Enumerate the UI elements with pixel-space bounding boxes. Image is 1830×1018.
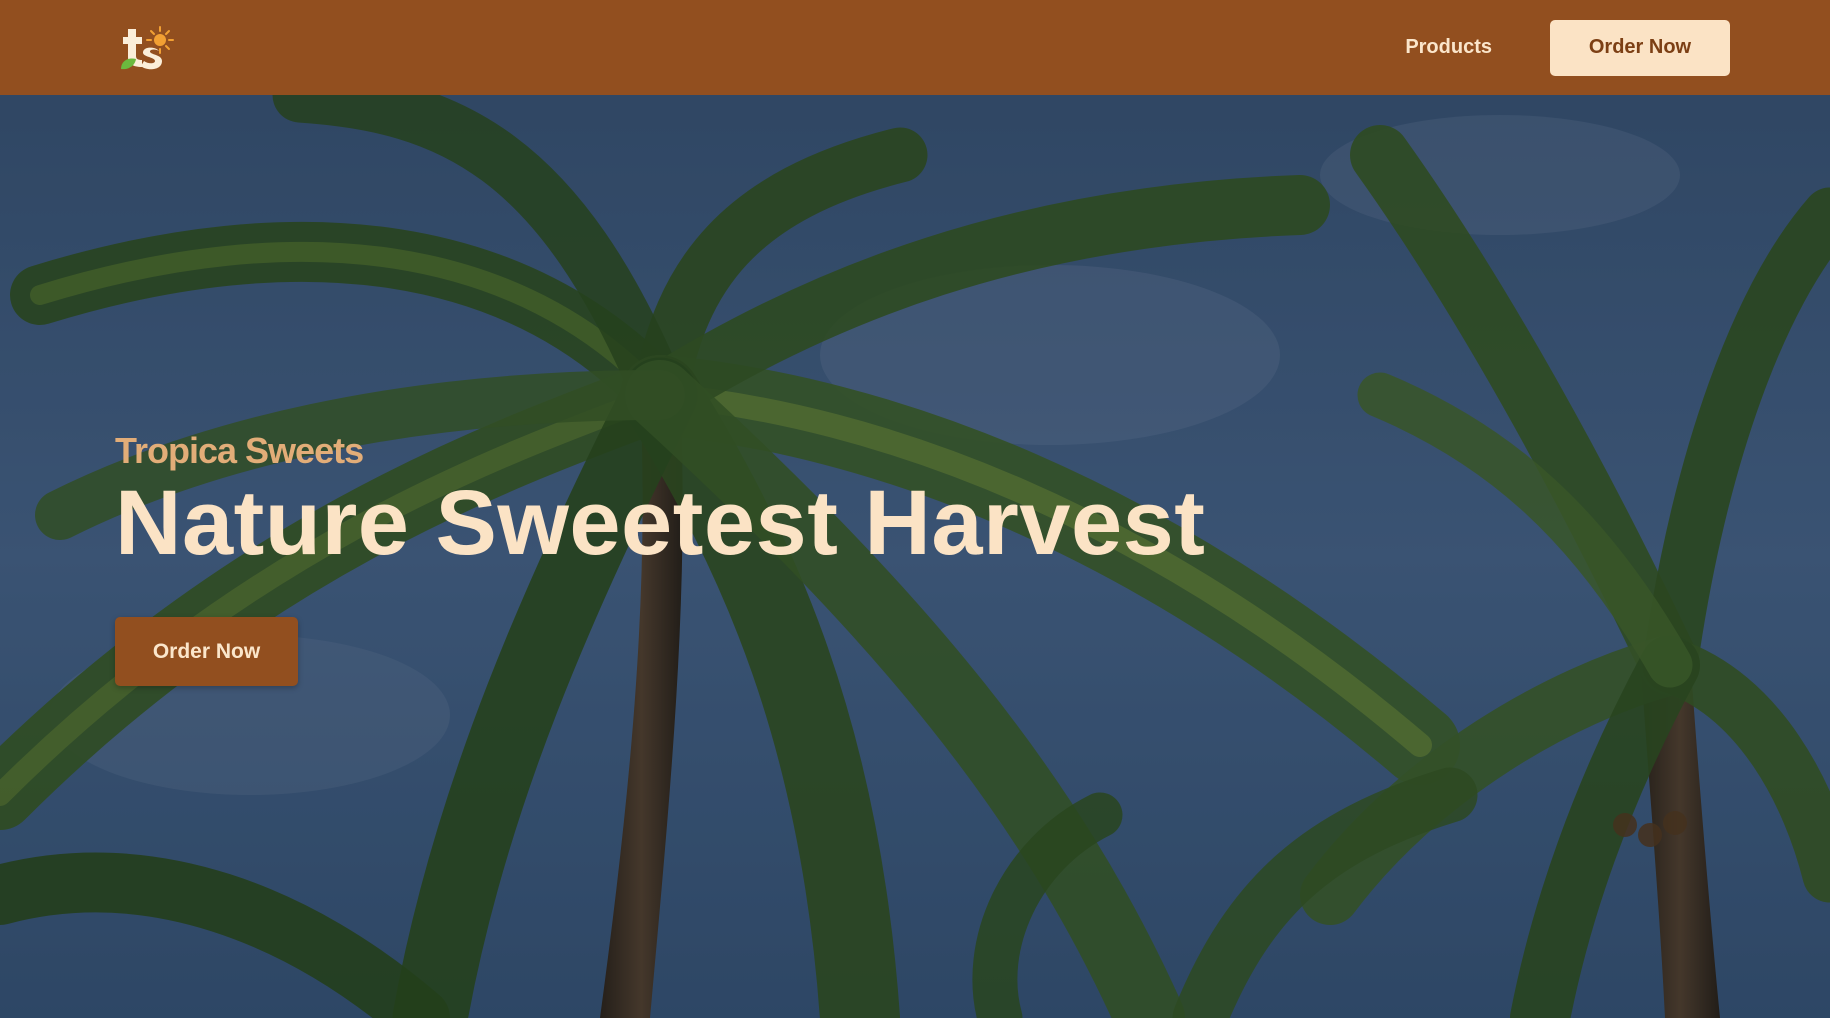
page: Products Order Now Tropica Sweets Nature… <box>0 0 1830 1018</box>
main-nav: Products Order Now <box>1405 19 1730 76</box>
logo-link[interactable] <box>118 23 174 73</box>
top-nav-bar: Products Order Now <box>0 0 1830 95</box>
hero-order-now-button[interactable]: Order Now <box>115 617 298 686</box>
hero-brand-name: Tropica Sweets <box>115 430 364 471</box>
tropica-sweets-logo <box>121 25 174 69</box>
hero-content: Tropica Sweets Nature Sweetest Harvest O… <box>115 433 1205 686</box>
hero-section: Tropica Sweets Nature Sweetest Harvest O… <box>0 95 1830 1018</box>
hero-headline: Nature Sweetest Harvest <box>115 472 1206 574</box>
nav-link-products[interactable]: Products <box>1405 36 1492 59</box>
header-order-now-button[interactable]: Order Now <box>1550 19 1730 76</box>
